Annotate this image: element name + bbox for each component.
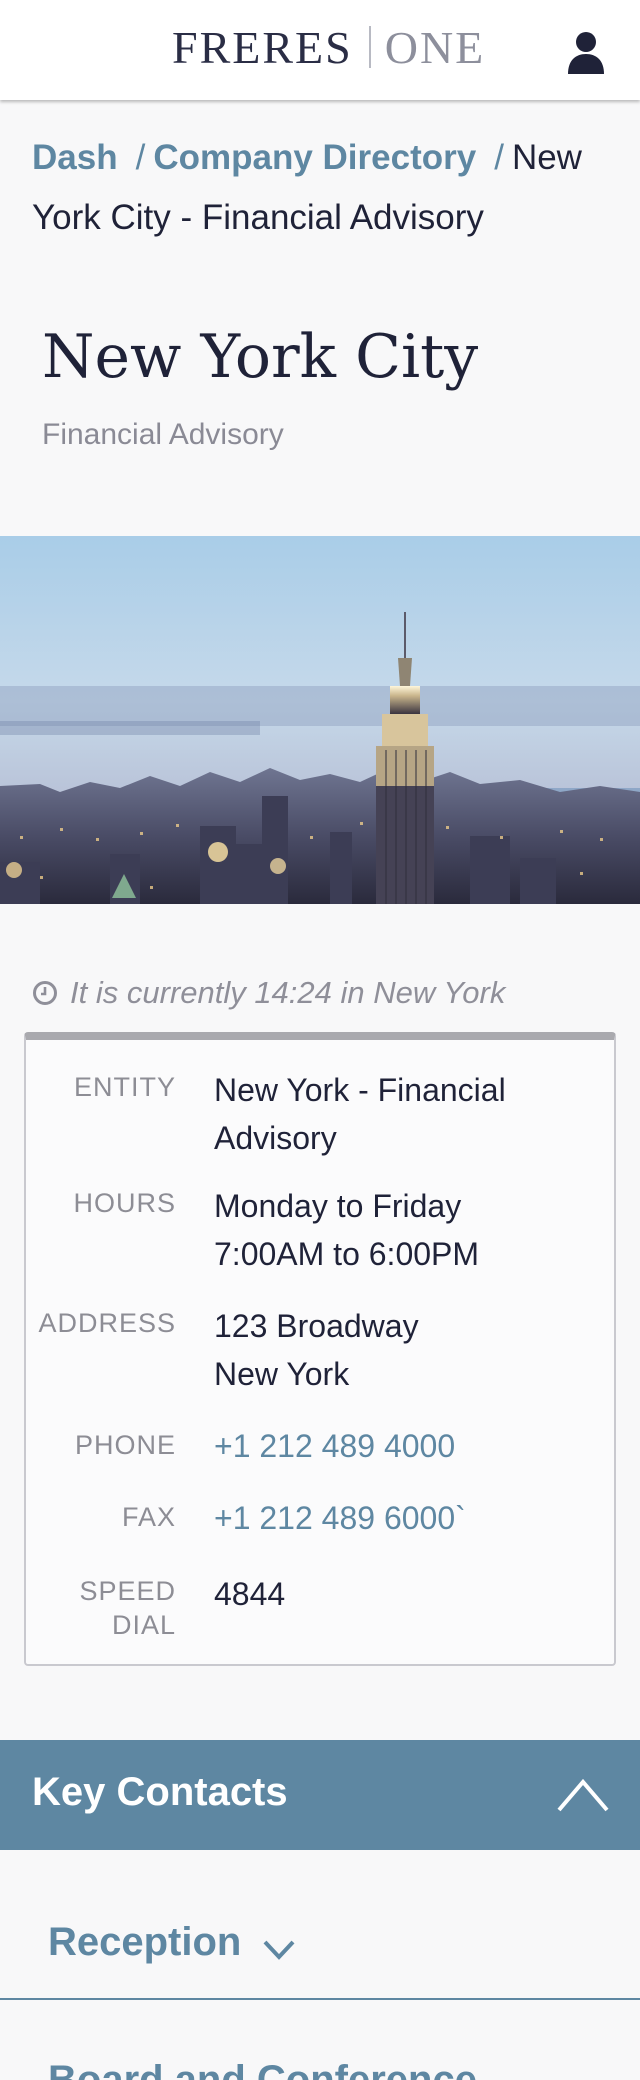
- key-contacts-header[interactable]: Key Contacts: [0, 1740, 640, 1850]
- office-hero-image: [0, 536, 640, 904]
- speed-dial-label-line1: SPEED: [79, 1576, 176, 1606]
- breadcrumb-separator: /: [494, 138, 504, 177]
- address-value: 123 Broadway New York: [214, 1302, 604, 1398]
- contact-section-label: Board and Conference: [48, 2058, 477, 2080]
- local-time-text: It is currently 14:24 in New York: [70, 975, 506, 1010]
- contact-section-reception[interactable]: Reception: [0, 1900, 640, 2000]
- breadcrumb-company-directory-link[interactable]: Company Directory: [153, 138, 476, 177]
- contact-section-label: Reception: [48, 1920, 242, 1964]
- address-line-city: New York: [214, 1356, 350, 1392]
- entity-label: ENTITY: [73, 1072, 176, 1102]
- user-menu-button[interactable]: [566, 30, 606, 74]
- page-title: New York City: [42, 322, 479, 392]
- office-details-card: ENTITY New York - Financial Advisory HOU…: [24, 1032, 616, 1666]
- speed-dial-value: 4844: [214, 1576, 286, 1612]
- breadcrumb-dash-link[interactable]: Dash: [32, 138, 118, 177]
- user-icon: [568, 32, 604, 74]
- hours-label: HOURS: [73, 1188, 176, 1218]
- logo-text-one: ONE: [384, 21, 486, 73]
- phone-label: PHONE: [74, 1430, 176, 1460]
- chevron-down-icon: [263, 1940, 295, 1960]
- clock-icon: [33, 981, 57, 1005]
- app-logo[interactable]: FRERES ONE: [172, 21, 486, 73]
- contact-section-board-and-conference[interactable]: Board and Conference: [0, 2044, 640, 2080]
- fax-label: FAX: [121, 1502, 176, 1532]
- top-bar: FRERES ONE: [0, 0, 640, 100]
- address-line-street: 123 Broadway: [214, 1308, 419, 1344]
- fax-link[interactable]: +1 212 489 6000`: [214, 1494, 604, 1542]
- logo-text-freres: FRERES: [172, 21, 353, 73]
- hours-value: Monday to Friday 7:00AM to 6:00PM: [214, 1182, 604, 1278]
- speed-dial-label-line2: DIAL: [111, 1610, 176, 1640]
- breadcrumb: Dash / Company Directory / New York City - F…: [32, 128, 612, 248]
- hours-line-days: Monday to Friday: [214, 1188, 462, 1224]
- hours-line-times: 7:00AM to 6:00PM: [214, 1236, 480, 1272]
- phone-link[interactable]: +1 212 489 4000: [214, 1422, 604, 1470]
- page-subtitle: Financial Advisory: [42, 418, 284, 451]
- local-time: It is currently 14:24 in New York: [32, 975, 505, 1011]
- city-skyline-image: [0, 536, 640, 904]
- address-label: ADDRESS: [38, 1308, 176, 1338]
- key-contacts-title: Key Contacts: [32, 1770, 288, 1814]
- logo-divider: [368, 26, 371, 68]
- breadcrumb-separator: /: [135, 138, 146, 177]
- speed-dial-label: SPEED DIAL: [26, 1574, 176, 1642]
- entity-value: New York - Financial Advisory: [214, 1072, 506, 1156]
- chevron-up-icon[interactable]: [556, 1774, 610, 1814]
